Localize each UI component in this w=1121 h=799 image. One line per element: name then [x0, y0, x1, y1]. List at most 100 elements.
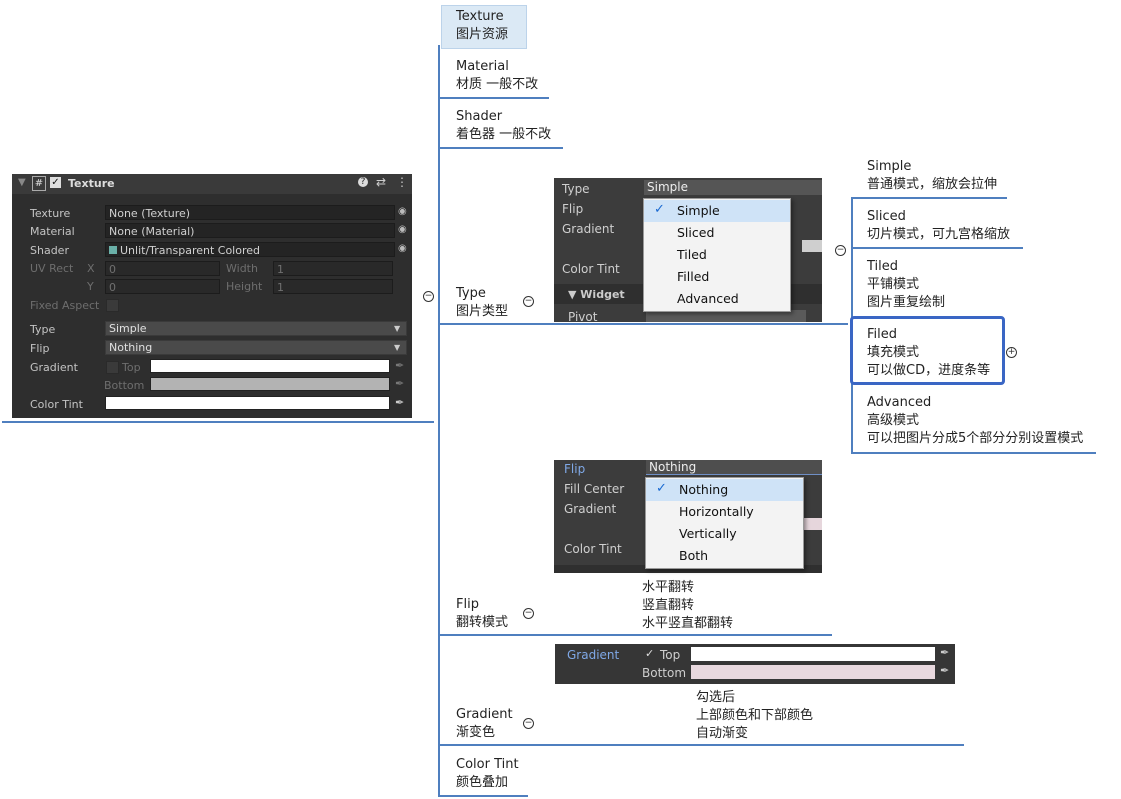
color-tint-label: Color Tint — [30, 398, 83, 411]
uvrect-height-field[interactable]: 1 — [273, 279, 393, 294]
inspector-header: ▼ # ✓ Texture ? ⇄ ⋮ — [12, 174, 412, 194]
material-field[interactable]: None (Material) — [105, 223, 395, 238]
type-panel-type-dropdown[interactable]: Simple — [644, 180, 822, 195]
texture-field[interactable]: None (Texture) — [105, 205, 395, 220]
component-title: Texture — [68, 177, 115, 190]
eyedropper-icon[interactable]: ✒ — [940, 664, 949, 677]
node-flip-desc: 翻转模式 — [456, 615, 509, 630]
type-simple-title[interactable]: Simple — [867, 158, 911, 176]
gradient-panel-top-checkbox[interactable]: ✓ — [645, 647, 654, 660]
node-gradient-underline — [438, 744, 964, 746]
type-dropdown[interactable]: Simple — [105, 321, 407, 336]
type-filed-desc2: 可以做CD，进度条等 — [867, 363, 991, 378]
type-advanced-desc2: 可以把图片分成5个部分分别设置模式 — [867, 431, 1084, 446]
collapse-type-icon[interactable]: − — [523, 296, 534, 307]
eyedropper-icon[interactable]: ✒ — [395, 396, 404, 409]
node-shader-title[interactable]: Shader — [456, 108, 502, 126]
type-label: Type — [30, 323, 56, 336]
shader-label: Shader — [30, 244, 69, 257]
uvrect-width-field[interactable]: 1 — [273, 261, 393, 276]
expand-filed-icon[interactable]: + — [1006, 347, 1017, 358]
gradient-panel-screenshot: Gradient ✓ Top ✒ Bottom ✒ — [555, 644, 955, 684]
fixed-aspect-checkbox[interactable] — [106, 299, 119, 312]
eyedropper-icon[interactable]: ✒ — [395, 377, 404, 390]
type-filed-title[interactable]: Filed — [867, 326, 897, 344]
collapse-flip-icon[interactable]: − — [523, 608, 534, 619]
node-color-tint-title[interactable]: Color Tint — [456, 756, 519, 774]
type-advanced-title[interactable]: Advanced — [867, 394, 931, 412]
context-menu-icon[interactable]: ⋮ — [396, 175, 408, 189]
checkmark-icon: ✓ — [654, 202, 665, 217]
type-panel-color-tint-label: Color Tint — [562, 262, 620, 276]
flip-panel-color-tint-label: Color Tint — [564, 542, 622, 556]
type-advanced-underline — [851, 452, 1096, 454]
type-option-filled[interactable]: Filled — [644, 266, 790, 288]
texture-inspector-panel: ▼ # ✓ Texture ? ⇄ ⋮ Texture None (Textur… — [12, 174, 412, 418]
root-underline — [2, 421, 434, 423]
flip-note-1: 水平翻转 — [642, 580, 695, 595]
foldout-arrow-icon[interactable]: ▼ — [18, 177, 26, 188]
gradient-note-1: 勾选后 — [696, 690, 736, 705]
node-color-tint-underline — [438, 795, 528, 797]
node-flip-title[interactable]: Flip — [456, 596, 479, 614]
type-panel-widget-foldout[interactable]: ▼ Widget — [568, 288, 625, 301]
gradient-label: Gradient — [30, 361, 78, 374]
uvrect-x-field[interactable]: 0 — [105, 261, 220, 276]
node-texture-title[interactable]: Texture — [456, 8, 504, 26]
gradient-panel-bottom-swatch[interactable] — [691, 665, 935, 679]
eyedropper-icon[interactable]: ✒ — [940, 646, 949, 659]
uvrect-y-field[interactable]: 0 — [105, 279, 220, 294]
preset-icon[interactable]: ⇄ — [376, 175, 386, 189]
type-option-sliced[interactable]: Sliced — [644, 222, 790, 244]
gradient-top-checkbox[interactable] — [106, 361, 119, 374]
node-material-title[interactable]: Material — [456, 58, 509, 76]
type-option-simple[interactable]: ✓ Simple — [644, 200, 790, 222]
script-hash-icon: # — [32, 176, 46, 191]
flip-panel-fill-center-label: Fill Center — [564, 482, 625, 496]
flip-option-label: Horizontally — [679, 504, 754, 519]
flip-option-vertically[interactable]: Vertically — [646, 523, 803, 545]
gradient-top-swatch[interactable] — [150, 359, 390, 373]
type-option-label: Advanced — [677, 291, 739, 306]
flip-option-label: Vertically — [679, 526, 737, 541]
object-picker-icon[interactable]: ◉ — [398, 206, 407, 217]
collapse-gradient-icon[interactable]: − — [523, 718, 534, 729]
gradient-panel-bottom-label: Bottom — [642, 666, 687, 680]
shader-asset-icon — [109, 246, 117, 254]
gradient-bottom-swatch[interactable] — [150, 377, 390, 391]
node-type-desc: 图片类型 — [456, 304, 509, 319]
flip-option-nothing[interactable]: ✓ Nothing — [646, 479, 803, 501]
node-shader-underline — [438, 147, 563, 149]
type-panel-type-label: Type — [562, 182, 590, 196]
node-gradient-title[interactable]: Gradient — [456, 706, 513, 724]
flip-note-2: 竖直翻转 — [642, 598, 695, 613]
flip-option-both[interactable]: Both — [646, 545, 803, 567]
type-tiled-title[interactable]: Tiled — [867, 258, 898, 276]
object-picker-icon[interactable]: ◉ — [398, 224, 407, 235]
node-texture-desc: 图片资源 — [456, 27, 509, 42]
eyedropper-icon[interactable]: ✒ — [395, 359, 404, 372]
node-flip-underline — [438, 634, 832, 636]
collapse-root-icon[interactable]: − — [423, 291, 434, 302]
type-advanced-desc1: 高级模式 — [867, 413, 920, 428]
shader-field[interactable]: Unlit/Transparent Colored — [105, 242, 395, 257]
enabled-checkbox[interactable]: ✓ — [50, 177, 61, 188]
object-picker-icon[interactable]: ◉ — [398, 243, 407, 254]
flip-dropdown[interactable]: Nothing — [105, 340, 407, 355]
node-type-underline — [438, 323, 848, 325]
node-type-title[interactable]: Type — [456, 285, 486, 303]
type-panel-pivot-label: Pivot — [568, 310, 598, 322]
gradient-panel-top-swatch[interactable] — [691, 647, 935, 661]
collapse-type-children-icon[interactable]: − — [835, 245, 846, 256]
material-label: Material — [30, 225, 75, 238]
type-sliced-title[interactable]: Sliced — [867, 208, 906, 226]
type-option-advanced[interactable]: Advanced — [644, 288, 790, 310]
flip-panel-flip-dropdown[interactable]: Nothing — [646, 460, 822, 475]
type-option-tiled[interactable]: Tiled — [644, 244, 790, 266]
help-icon[interactable]: ? — [358, 177, 368, 187]
flip-panel-gradient-label: Gradient — [564, 502, 617, 516]
color-tint-swatch[interactable] — [105, 396, 390, 410]
flip-option-horizontally[interactable]: Horizontally — [646, 501, 803, 523]
node-gradient-desc: 渐变色 — [456, 725, 496, 740]
gradient-note-2: 上部颜色和下部颜色 — [696, 708, 814, 723]
